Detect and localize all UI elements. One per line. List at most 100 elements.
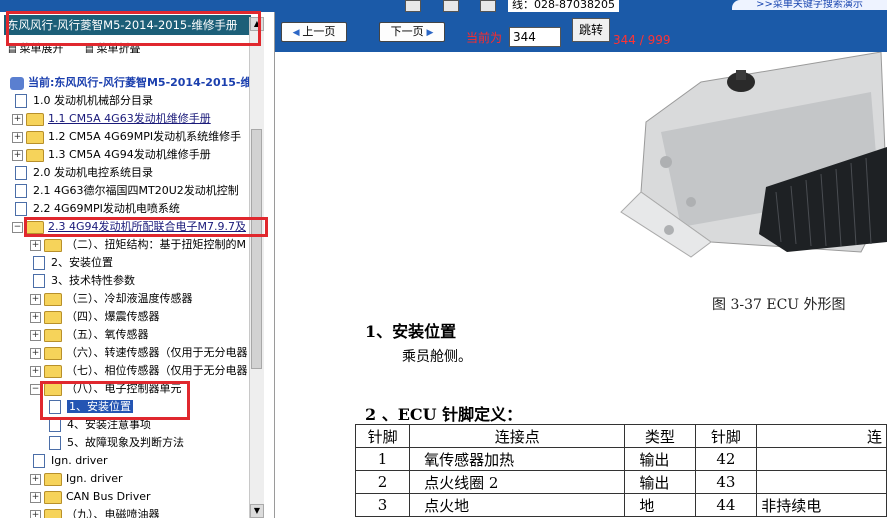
tree-item[interactable]: 2.1 4G63德尔福国四MT20U2发动机控制: [12, 182, 239, 200]
next-page-button[interactable]: 下一页 ▶: [379, 22, 445, 42]
table-header-row: 针脚 连接点 类型 针脚 连: [354, 424, 887, 448]
folder-icon: [26, 148, 44, 162]
table-cell: 1: [354, 447, 411, 471]
tree-item[interactable]: 1.0 发动机机械部分目录: [12, 92, 153, 110]
table-cell: 点火地: [409, 493, 626, 517]
collapse-toggle-icon[interactable]: −: [12, 221, 23, 233]
folder-icon: [44, 490, 62, 504]
toolbar-mini-button[interactable]: [480, 0, 496, 12]
collapse-icon: ▤: [85, 45, 94, 55]
toc-tree: 当前:东风风行-风行菱智M5-2014-2015-维修 1.0 发动机机械部分目录…: [0, 74, 263, 518]
table-cell: 非持续电: [756, 493, 887, 517]
folder-icon: [44, 238, 62, 252]
jump-button[interactable]: 跳转: [572, 18, 610, 42]
document-page: 图 3-37 ECU 外形图 1、安装位置 乘员舱侧。 2 、ECU 针脚定义：…: [275, 52, 887, 518]
tree-item[interactable]: + （九）、电磁喷油器: [30, 506, 160, 518]
document-icon: [33, 256, 45, 270]
next-arrow-icon: ▶: [423, 28, 434, 38]
header-connection-2: 连: [756, 424, 887, 448]
tree-item[interactable]: 2.2 4G69MPI发动机电喷系统: [12, 200, 180, 218]
tree-item-label: CAN Bus Driver: [66, 490, 151, 503]
tree-item-label: （七）、相位传感器（仅用于无分电器: [66, 364, 248, 377]
tree-item[interactable]: + CAN Bus Driver: [30, 488, 151, 506]
keyword-search-link[interactable]: >>菜单关键字搜索演示: [732, 0, 887, 10]
expand-toggle-icon[interactable]: +: [30, 311, 41, 323]
expand-toggle-icon[interactable]: +: [12, 131, 23, 143]
tree-item[interactable]: 5、故障现象及判断方法: [46, 434, 184, 452]
tree-item-label: 1.3 CM5A 4G94发动机维修手册: [48, 148, 211, 161]
tree-item[interactable]: + （四）、爆震传感器: [30, 308, 160, 326]
tree-item-label: 2.1 4G63德尔福国四MT20U2发动机控制: [33, 184, 239, 197]
tree-item-label: Ign. driver: [66, 472, 123, 485]
expand-toggle-icon[interactable]: +: [12, 113, 23, 125]
left-panel: 东风风行-风行菱智M5-2014-2015-维修手册 ▤ 菜单展开 ▤ 菜单折叠 当…: [0, 12, 275, 518]
ecu-pin-table: 针脚 连接点 类型 针脚 连 1 氧传感器加热 输出 42 2 点火线圈 2 输…: [354, 424, 887, 517]
tree-item[interactable]: 当前:东风风行-风行菱智M5-2014-2015-维修: [10, 74, 263, 92]
folder-icon: [44, 472, 62, 486]
header-pin: 针脚: [354, 424, 411, 448]
scroll-down-icon[interactable]: ▼: [250, 504, 264, 518]
toolbar-mini-button[interactable]: [443, 0, 459, 12]
tree-item[interactable]: + （二）、扭矩结构：基于扭矩控制的M: [30, 236, 246, 254]
computer-icon: [10, 76, 24, 90]
tree-item[interactable]: 2.0 发动机电控系统目录: [12, 164, 153, 182]
expand-toggle-icon[interactable]: +: [12, 149, 23, 161]
tree-item-label: 2、安装位置: [51, 256, 113, 269]
expand-toggle-icon[interactable]: +: [30, 293, 41, 305]
header-connection: 连接点: [409, 424, 626, 448]
tree-item[interactable]: +1.3 CM5A 4G94发动机维修手册: [12, 146, 211, 164]
folder-icon: [44, 508, 62, 518]
folder-icon: [44, 310, 62, 324]
tree-scrollbar[interactable]: ▲ ▼: [249, 17, 264, 518]
table-row: 3 点火地 地 44 非持续电: [354, 493, 887, 517]
expand-toggle-icon[interactable]: +: [30, 365, 41, 377]
tree-item[interactable]: +1.1 CM5A 4G63发动机维修手册: [12, 110, 211, 128]
header-pin-2: 针脚: [694, 424, 758, 448]
expand-toggle-icon[interactable]: +: [30, 473, 41, 485]
tree-item-label: 3、技术特性参数: [51, 274, 135, 287]
tree-item-label: 1.2 CM5A 4G69MPI发动机系统维修手: [48, 130, 242, 143]
prev-page-button[interactable]: ◀ 上一页: [281, 22, 347, 42]
table-cell: 42: [694, 447, 758, 471]
tree-item[interactable]: + （五）、氧传感器: [30, 326, 149, 344]
tree-item[interactable]: + （七）、相位传感器（仅用于无分电器: [30, 362, 248, 380]
document-icon: [33, 454, 45, 468]
highlight-selected-box: [40, 381, 190, 420]
expand-toggle-icon[interactable]: +: [30, 329, 41, 341]
section-heading-pins: 2 、ECU 针脚定义：: [365, 405, 523, 424]
document-icon: [49, 436, 61, 450]
tree-item[interactable]: + Ign. driver: [30, 470, 123, 488]
expand-toggle-icon[interactable]: +: [30, 491, 41, 503]
tree-item-label: 1.1 CM5A 4G63发动机维修手册: [48, 112, 211, 125]
folder-icon: [44, 364, 62, 378]
install-location-text: 乘员舱侧。: [402, 349, 472, 365]
page-number-input[interactable]: [509, 27, 561, 47]
tree-item[interactable]: Ign. driver: [30, 452, 108, 470]
phone-number: 线：028-87038205: [508, 0, 619, 12]
tree-item-label: 2.0 发动机电控系统目录: [33, 166, 153, 179]
expand-toggle-icon[interactable]: +: [30, 347, 41, 359]
document-icon: [49, 418, 61, 432]
ecu-photo: [551, 52, 887, 274]
expand-toggle-icon[interactable]: +: [30, 239, 41, 251]
document-icon: [15, 202, 27, 216]
tree-item[interactable]: +1.2 CM5A 4G69MPI发动机系统维修手: [12, 128, 241, 146]
document-icon: [15, 184, 27, 198]
prev-arrow-icon: ◀: [292, 28, 303, 38]
scroll-thumb[interactable]: [251, 129, 262, 369]
table-cell: 点火线圈 2: [409, 470, 626, 494]
folder-icon: [44, 328, 62, 342]
table-row: 2 点火线圈 2 输出 43: [354, 470, 887, 494]
tree-item[interactable]: 2、安装位置: [30, 254, 113, 272]
tree-item[interactable]: + （三）、冷却液温度传感器: [30, 290, 193, 308]
tree-item-label: （四）、爆震传感器: [66, 310, 160, 323]
current-page-label: 当前为: [466, 31, 503, 45]
tree-item[interactable]: 3、技术特性参数: [30, 272, 135, 290]
table-cell: [756, 447, 887, 471]
document-icon: [15, 166, 27, 180]
tree-item[interactable]: + （六）、转速传感器（仅用于无分电器: [30, 344, 248, 362]
expand-toggle-icon[interactable]: +: [30, 509, 41, 518]
tree-item-label: （六）、转速传感器（仅用于无分电器: [66, 346, 248, 359]
toolbar-mini-button[interactable]: [405, 0, 421, 12]
tree-item-label: 1.0 发动机机械部分目录: [33, 94, 153, 107]
